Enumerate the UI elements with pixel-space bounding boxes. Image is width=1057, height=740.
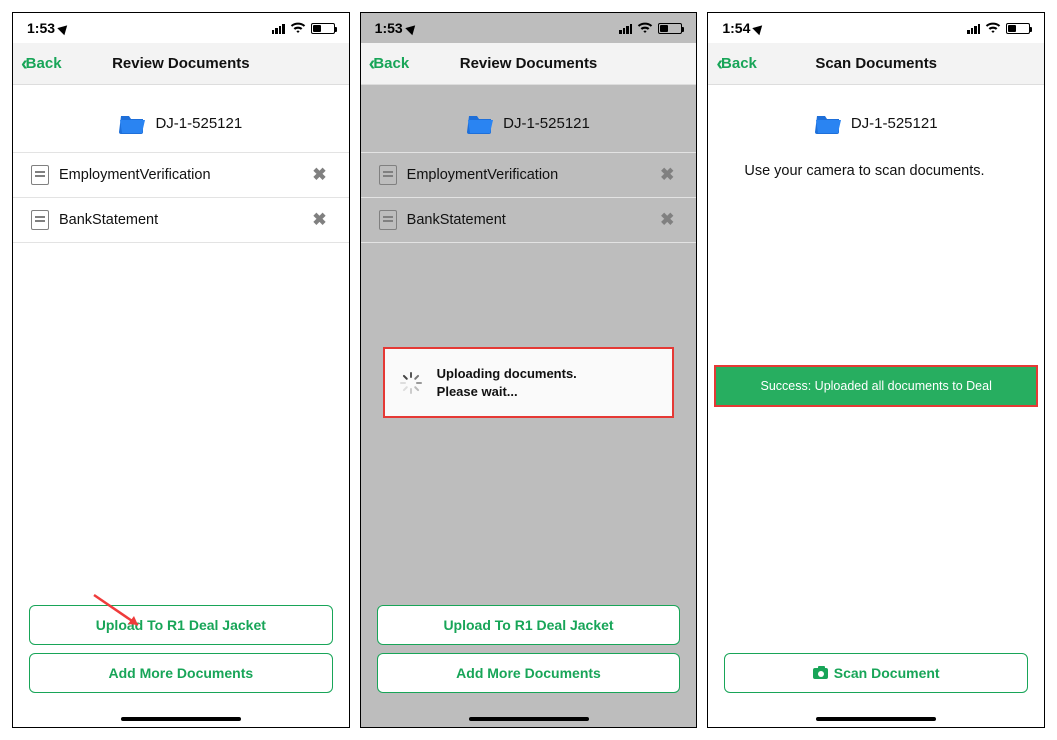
document-icon: [379, 210, 397, 230]
back-button[interactable]: ‹ Back: [13, 54, 62, 74]
folder-label: DJ-1-525121: [155, 115, 242, 132]
document-list: EmploymentVerification ✖ BankStatement ✖: [361, 152, 697, 243]
folder-icon: [119, 113, 145, 134]
nav-bar: ‹ Back Review Documents: [13, 43, 349, 85]
remove-document-button[interactable]: ✖: [656, 165, 678, 185]
status-time: 1:53: [27, 20, 55, 36]
back-button[interactable]: ‹ Back: [708, 54, 757, 74]
cellular-signal-icon: [619, 23, 632, 34]
back-label: Back: [721, 55, 757, 72]
uploading-dialog: Uploading documents. Please wait...: [383, 347, 675, 418]
location-arrow-icon: [405, 21, 418, 34]
upload-button[interactable]: Upload To R1 Deal Jacket: [29, 605, 333, 645]
camera-icon: [813, 668, 828, 679]
folder-icon: [467, 113, 493, 134]
home-indicator: [469, 717, 589, 721]
wifi-icon: [985, 22, 1001, 34]
document-name: EmploymentVerification: [59, 167, 308, 183]
battery-icon: [1006, 23, 1030, 34]
document-icon: [31, 165, 49, 185]
document-name: BankStatement: [59, 212, 308, 228]
phone-screen-2: 1:53 ‹ Back Review Documents DJ-1-525121: [360, 12, 698, 728]
document-name: BankStatement: [407, 212, 656, 228]
wifi-icon: [290, 22, 306, 34]
status-bar: 1:54: [708, 13, 1044, 43]
back-label: Back: [26, 55, 62, 72]
nav-bar: ‹ Back Scan Documents: [708, 43, 1044, 85]
cellular-signal-icon: [967, 23, 980, 34]
folder-label: DJ-1-525121: [851, 115, 938, 132]
folder-label: DJ-1-525121: [503, 115, 590, 132]
page-title: Review Documents: [361, 55, 697, 72]
folder-header: DJ-1-525121: [708, 85, 1044, 152]
folder-header: DJ-1-525121: [13, 85, 349, 152]
scan-button-label: Scan Document: [834, 665, 940, 681]
remove-document-button[interactable]: ✖: [656, 210, 678, 230]
list-item: EmploymentVerification ✖: [361, 153, 697, 198]
location-arrow-icon: [57, 21, 70, 34]
folder-icon: [815, 113, 841, 134]
home-indicator: [121, 717, 241, 721]
add-more-documents-button[interactable]: Add More Documents: [377, 653, 681, 693]
wifi-icon: [637, 22, 653, 34]
document-list: EmploymentVerification ✖ BankStatement ✖: [13, 152, 349, 243]
document-name: EmploymentVerification: [407, 167, 656, 183]
remove-document-button[interactable]: ✖: [308, 210, 330, 230]
add-more-documents-button[interactable]: Add More Documents: [29, 653, 333, 693]
remove-document-button[interactable]: ✖: [308, 165, 330, 185]
status-bar: 1:53: [361, 13, 697, 43]
back-button[interactable]: ‹ Back: [361, 54, 410, 74]
upload-button[interactable]: Upload To R1 Deal Jacket: [377, 605, 681, 645]
uploading-message: Uploading documents. Please wait...: [437, 365, 577, 400]
spinner-icon: [399, 371, 423, 395]
document-icon: [379, 165, 397, 185]
status-time: 1:53: [375, 20, 403, 36]
success-banner: Success: Uploaded all documents to Deal: [714, 365, 1038, 407]
phone-screen-3: 1:54 ‹ Back Scan Documents DJ-1-525121 U…: [707, 12, 1045, 728]
page-title: Review Documents: [13, 55, 349, 72]
home-indicator: [816, 717, 936, 721]
status-time: 1:54: [722, 20, 750, 36]
phone-screen-1: 1:53 ‹ Back Review Documents DJ-1-525121: [12, 12, 350, 728]
location-arrow-icon: [753, 21, 766, 34]
nav-bar: ‹ Back Review Documents: [361, 43, 697, 85]
folder-header: DJ-1-525121: [361, 85, 697, 152]
scan-document-button[interactable]: Scan Document: [724, 653, 1028, 693]
annotation-arrow-icon: [88, 589, 158, 644]
page-title: Scan Documents: [708, 55, 1044, 72]
battery-icon: [658, 23, 682, 34]
document-icon: [31, 210, 49, 230]
cellular-signal-icon: [272, 23, 285, 34]
status-bar: 1:53: [13, 13, 349, 43]
list-item: BankStatement ✖: [361, 198, 697, 243]
battery-icon: [311, 23, 335, 34]
instruction-text: Use your camera to scan documents.: [708, 152, 1044, 182]
back-label: Back: [373, 55, 409, 72]
list-item: BankStatement ✖: [13, 198, 349, 243]
list-item: EmploymentVerification ✖: [13, 153, 349, 198]
